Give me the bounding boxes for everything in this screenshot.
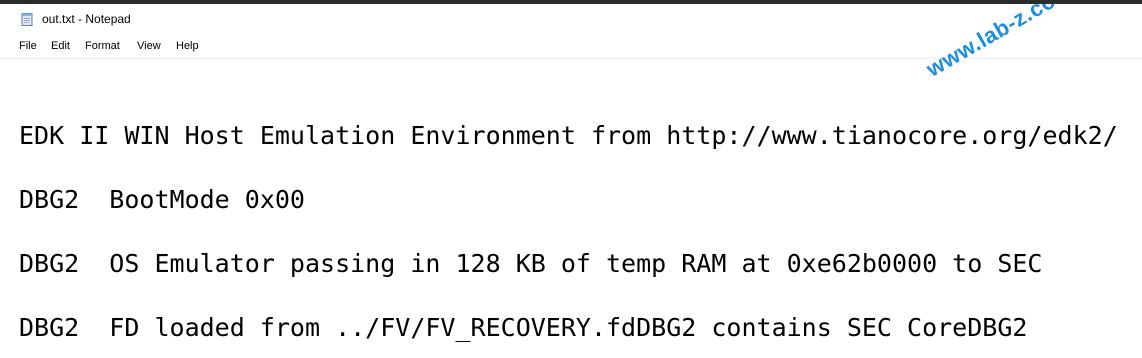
menu-file[interactable]: File [19, 39, 37, 53]
notepad-icon [21, 13, 33, 26]
window-title: out.txt - Notepad [42, 12, 131, 26]
menu-help[interactable]: Help [176, 39, 199, 53]
editor-line: DBG2 FD loaded from ../FV/FV_RECOVERY.fd… [19, 313, 1028, 342]
editor-line: DBG2 OS Emulator passing in 128 KB of te… [19, 249, 1043, 278]
menu-format[interactable]: Format [85, 39, 120, 53]
editor-line: DBG2 BootMode 0x00 [19, 185, 305, 214]
menu-edit[interactable]: Edit [51, 39, 70, 53]
menu-view[interactable]: View [137, 39, 161, 53]
editor-line: EDK II WIN Host Emulation Environment fr… [19, 121, 1118, 150]
title-bar[interactable]: out.txt - Notepad [0, 4, 1142, 34]
notepad-window: out.txt - Notepad File Edit Format View … [0, 4, 1142, 358]
